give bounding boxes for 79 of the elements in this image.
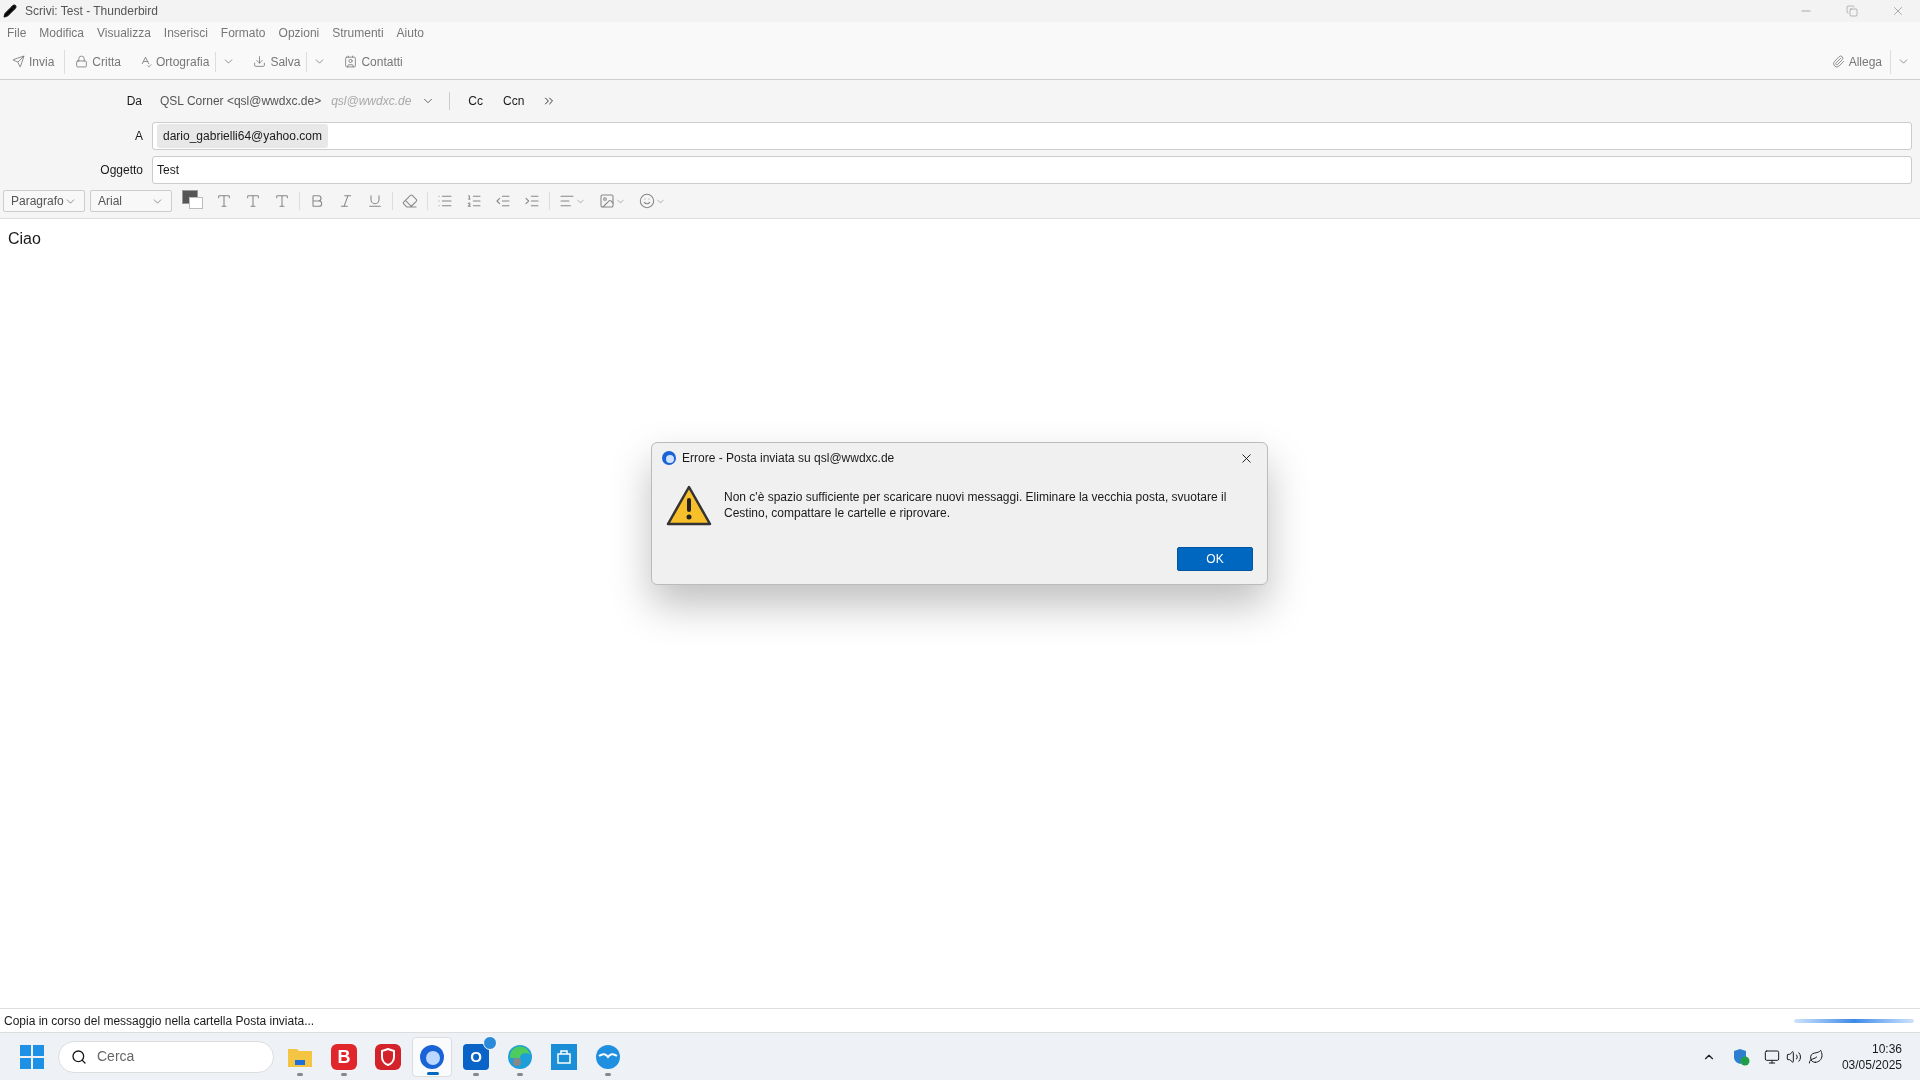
menu-item[interactable]: Visualizza	[97, 24, 151, 42]
recipient-pill[interactable]: dario_gabrielli64@yahoo.com	[157, 124, 328, 148]
taskbar-app-button[interactable]: O	[456, 1036, 496, 1077]
toolbar-button[interactable]: Ortografia	[135, 47, 214, 76]
field-label: Da	[125, 93, 143, 110]
active-indicator	[427, 1071, 439, 1075]
taskbar-app-button[interactable]: B	[324, 1036, 364, 1077]
windows-logo-icon	[20, 1044, 44, 1069]
window-title: Scrivi: Test - Thunderbird	[25, 3, 158, 20]
mail-badge-icon	[483, 1035, 497, 1050]
dialog-message: Non c'è spazio sufficiente per scaricare nuovi messaggi. Eliminare la vecchia posta, svuotare il Cestino, compattare le cartelle e riprovare.	[724, 489, 1228, 521]
lock-icon	[75, 55, 89, 68]
align-icon	[559, 193, 575, 209]
menu-item[interactable]: Inserisci	[163, 24, 208, 42]
taskbar-app-button[interactable]	[412, 1036, 452, 1077]
font-select[interactable]: Arial	[90, 190, 172, 212]
recipient-field[interactable]: dario_gabrielli64@yahoo.com	[152, 122, 1912, 150]
taskbar-search-field[interactable]: Cerca	[58, 1040, 274, 1073]
restore-icon	[1846, 5, 1858, 17]
image-icon	[599, 193, 615, 209]
ok-button[interactable]: OK	[1177, 547, 1253, 571]
close-icon	[1891, 4, 1905, 18]
field-label: Oggetto	[99, 162, 143, 179]
clear-format-icon	[402, 193, 418, 209]
edge-browser-icon	[507, 1043, 533, 1070]
bcc-button[interactable]: Ccn	[499, 92, 529, 110]
attach-button[interactable]: Allega	[1827, 47, 1886, 76]
menu-item[interactable]: Strumenti	[332, 24, 384, 42]
outdent-icon	[495, 193, 511, 209]
running-indicator	[473, 1072, 479, 1076]
toolbar-button[interactable]: Critta	[71, 47, 126, 76]
paperclip-icon	[1831, 55, 1845, 68]
from-identity-dropdown[interactable]: QSL Corner <qsl@wwdxc.de> qsl@wwdxc.de	[160, 92, 436, 110]
thunderbird-icon	[661, 450, 677, 466]
seagull-logo-icon	[595, 1043, 621, 1070]
toolbar-button[interactable]: Salva	[249, 47, 305, 76]
security-shield-icon	[1731, 1047, 1750, 1066]
toolbar-button[interactable]: Invia	[8, 47, 59, 76]
app-logo-icon: B	[331, 1043, 357, 1070]
menu-item[interactable]: Aiuto	[396, 24, 424, 42]
thunderbird-icon	[419, 1043, 445, 1070]
dialog-title: Errore - Posta inviata su qsl@wwdxc.de	[682, 450, 895, 467]
paragraph-format-select[interactable]: Paragrafo	[3, 190, 85, 212]
cc-button[interactable]: Cc	[464, 92, 488, 110]
running-indicator	[605, 1072, 611, 1076]
pencil-icon	[3, 4, 17, 18]
menu-item[interactable]: Formato	[220, 24, 266, 42]
numbered-list-icon	[466, 193, 482, 209]
bullet-list-icon	[437, 193, 453, 209]
indent-icon	[524, 193, 540, 209]
warning-icon	[666, 485, 712, 527]
smaller-text-icon	[245, 193, 261, 209]
toolbar-button[interactable]: Contatti	[340, 47, 407, 76]
subject-field[interactable]: Test	[152, 156, 1912, 184]
running-indicator	[297, 1072, 303, 1076]
larger-text-icon	[274, 193, 290, 209]
contacts-icon	[344, 55, 358, 68]
leaf-icon	[1807, 1048, 1824, 1065]
running-indicator	[517, 1072, 523, 1076]
status-text: Copia in corso del messaggio nella cartella Posta inviata...	[4, 1012, 316, 1030]
save-icon	[253, 55, 267, 68]
taskbar-clock[interactable]: 10:36 03/05/2025	[1841, 1040, 1902, 1073]
bold-icon	[309, 193, 325, 209]
font-size-icon	[216, 193, 232, 209]
underline-icon	[367, 193, 383, 209]
spellcheck-icon	[139, 55, 153, 68]
italic-icon	[338, 193, 354, 209]
shield-icon	[375, 1043, 401, 1070]
emoji-icon	[639, 193, 655, 209]
field-label: A	[134, 128, 143, 145]
search-icon	[71, 1048, 87, 1065]
volume-icon	[1785, 1048, 1802, 1065]
menu-item[interactable]: Opzioni	[278, 24, 320, 42]
running-indicator	[341, 1072, 347, 1076]
message-body-text: Ciao	[8, 229, 42, 249]
menu-item[interactable]: File	[7, 24, 27, 42]
send-icon	[12, 55, 25, 68]
menu-item[interactable]: Modifica	[39, 24, 85, 42]
store-icon	[551, 1043, 577, 1070]
